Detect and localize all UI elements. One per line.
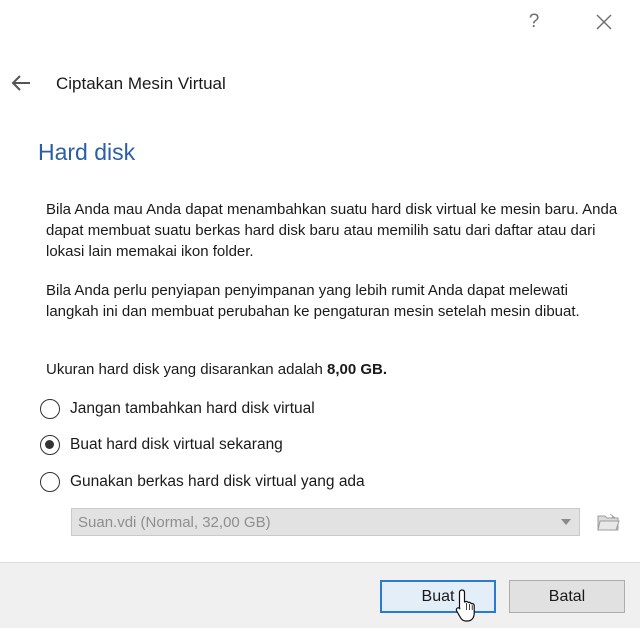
radio-label: Jangan tambahkan hard disk virtual [70, 400, 315, 417]
radio-button[interactable] [40, 472, 60, 492]
recommended-size-value: 8,00 GB [327, 361, 383, 378]
radio-label: Gunakan berkas hard disk virtual yang ad… [70, 473, 365, 490]
close-icon [596, 14, 612, 30]
chevron-down-icon [561, 519, 571, 525]
back-button[interactable] [6, 68, 36, 98]
button-bar: Buat Batal [0, 562, 640, 628]
help-icon: ? [528, 11, 540, 32]
radio-use-existing-hard-disk[interactable]: Gunakan berkas hard disk virtual yang ad… [40, 470, 365, 494]
help-button[interactable]: ? [518, 6, 550, 38]
wizard-title: Ciptakan Mesin Virtual [56, 74, 226, 93]
radio-no-hard-disk[interactable]: Jangan tambahkan hard disk virtual [40, 397, 315, 421]
existing-disk-select-value: Suan.vdi (Normal, 32,00 GB) [78, 513, 271, 531]
recommended-size-text: Ukuran hard disk yang disarankan adalah … [46, 359, 621, 380]
radio-label: Buat hard disk virtual sekarang [70, 436, 283, 453]
choose-disk-file-button[interactable] [592, 506, 624, 538]
arrow-left-icon [11, 75, 30, 91]
folder-icon [597, 513, 620, 531]
radio-create-hard-disk[interactable]: Buat hard disk virtual sekarang [40, 433, 283, 457]
wizard-header: Ciptakan Mesin Virtual [0, 66, 640, 102]
existing-disk-select[interactable]: Suan.vdi (Normal, 32,00 GB) [71, 508, 580, 536]
mouse-cursor-icon [455, 589, 475, 622]
description-paragraph-1: Bila Anda mau Anda dapat menambahkan sua… [46, 201, 618, 260]
page-title: Hard disk [38, 139, 136, 165]
cancel-button[interactable]: Batal [509, 580, 625, 613]
recommended-size-prefix: Ukuran hard disk yang disarankan adalah [46, 361, 328, 378]
title-bar: ? [0, 0, 640, 44]
radio-button[interactable] [40, 399, 60, 419]
recommended-size-suffix: . [382, 361, 388, 378]
description-paragraph-2: Bila Anda perlu penyiapan penyimpanan ya… [46, 282, 580, 320]
radio-button-selected[interactable] [40, 435, 60, 455]
close-button[interactable] [588, 6, 620, 38]
